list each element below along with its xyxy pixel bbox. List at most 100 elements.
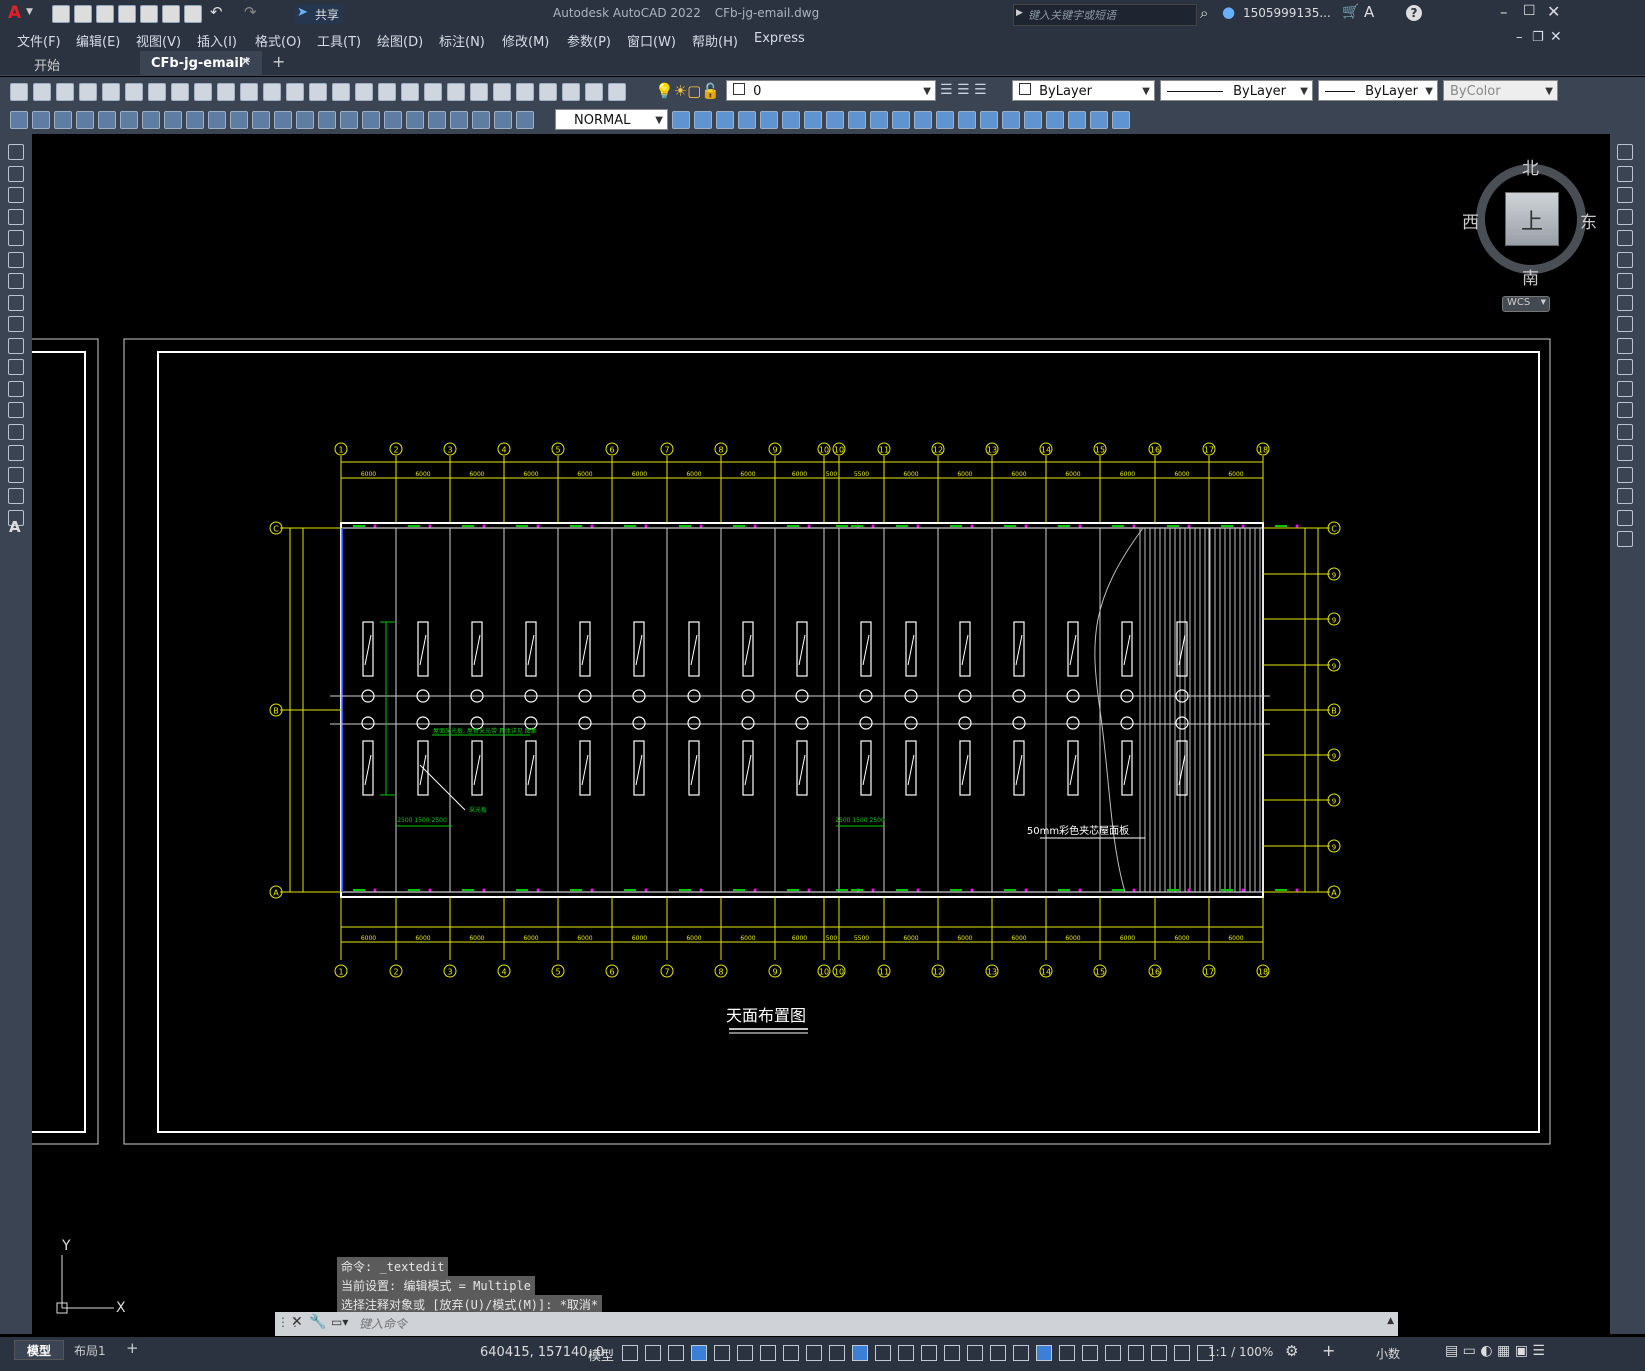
- search-box[interactable]: ▶ 键入关键字或短语: [1013, 4, 1197, 26]
- dimension-tool-3-icon[interactable]: [54, 111, 72, 129]
- annotation-scale[interactable]: 1:1 / 100%: [1208, 1345, 1273, 1359]
- draw-tool-13-icon[interactable]: [8, 402, 24, 418]
- coordinates-readout[interactable]: 640415, 157140, 0: [480, 1345, 604, 1360]
- dimension-tool-18-icon[interactable]: [384, 111, 402, 129]
- linetype-dropdown[interactable]: ByLayer ▼: [1160, 80, 1313, 101]
- compass-south[interactable]: 南: [1522, 264, 1539, 289]
- modify-tool-14-icon[interactable]: [958, 111, 976, 129]
- model-space-button[interactable]: 模型: [588, 1345, 614, 1364]
- wcs-menu[interactable]: WCS ▼: [1502, 296, 1550, 312]
- modify-tool-21-icon[interactable]: [1112, 111, 1130, 129]
- app-logo[interactable]: A: [8, 3, 21, 23]
- modify-tool-9-icon[interactable]: [1617, 316, 1633, 332]
- draw-tool-2-icon[interactable]: [8, 165, 24, 182]
- draw-tool-14-icon[interactable]: [8, 423, 24, 440]
- menu-parametric[interactable]: 参数(P): [567, 31, 611, 50]
- status-toggle-3-icon[interactable]: [668, 1345, 684, 1361]
- dimension-tool-10-icon[interactable]: [208, 111, 226, 129]
- toolbar-button-22-icon[interactable]: [493, 83, 511, 101]
- status-toggle-1-icon[interactable]: [622, 1345, 638, 1361]
- toolbar-button-15-icon[interactable]: [332, 83, 350, 101]
- dimension-tool-1-icon[interactable]: [10, 111, 28, 129]
- draw-tool-17-icon[interactable]: [8, 488, 24, 504]
- dimension-tool-14-icon[interactable]: [296, 111, 314, 129]
- modify-tool-4-icon[interactable]: [738, 111, 756, 129]
- modify-tool-3-icon[interactable]: [716, 111, 734, 129]
- dimension-tool-23-icon[interactable]: [494, 111, 512, 129]
- modify-tool-8-icon[interactable]: [826, 111, 844, 129]
- status-toggle-16-icon[interactable]: [967, 1345, 983, 1361]
- toolbar-button-21-icon[interactable]: [470, 83, 488, 101]
- menu-window[interactable]: 窗口(W): [627, 31, 676, 50]
- share-button[interactable]: ➤ 共享: [295, 4, 343, 24]
- status-toggle-21-icon[interactable]: [1082, 1345, 1098, 1361]
- modify-tool-11-icon[interactable]: [892, 111, 910, 129]
- toolbar-button-23-icon[interactable]: [516, 83, 534, 101]
- viewcube[interactable]: 上 北 南 西 东 WCS ▼: [1460, 146, 1620, 312]
- status-toggle-20-icon[interactable]: [1059, 1345, 1075, 1361]
- status-toggle-19-icon[interactable]: [1036, 1345, 1052, 1361]
- dimstyle-dropdown[interactable]: NORMAL ▼: [555, 109, 668, 130]
- dimension-tool-16-icon[interactable]: [340, 111, 358, 129]
- print-icon[interactable]: [184, 5, 202, 23]
- tab-active-drawing[interactable]: CFb-jg-email* ✕: [140, 51, 262, 76]
- units-readout[interactable]: 小数: [1376, 1345, 1400, 1362]
- menu-edit[interactable]: 编辑(E): [76, 31, 120, 50]
- workspace-gear-icon[interactable]: ⚙: [1285, 1342, 1298, 1360]
- dimension-tool-8-icon[interactable]: [164, 111, 182, 129]
- dimension-tool-7-icon[interactable]: [142, 111, 160, 129]
- layer-tools-icons[interactable]: ☰ ☰ ☰: [940, 82, 987, 98]
- tab-layout1[interactable]: 布局1: [74, 1342, 106, 1359]
- modify-tool-7-icon[interactable]: [804, 111, 822, 129]
- modify-tool-13-icon[interactable]: [1617, 402, 1633, 418]
- toolbar-button-2-icon[interactable]: [33, 83, 51, 101]
- dimension-tool-22-icon[interactable]: [472, 111, 490, 129]
- modify-tool-16-icon[interactable]: [1617, 466, 1633, 483]
- tab-model[interactable]: 模型: [14, 1340, 64, 1360]
- modify-tool-13-icon[interactable]: [936, 111, 954, 129]
- toolbar-button-9-icon[interactable]: [194, 83, 212, 101]
- modify-tool-12-icon[interactable]: [914, 111, 932, 129]
- tab-close-icon[interactable]: ✕: [240, 55, 251, 70]
- toolbar-button-11-icon[interactable]: [240, 83, 258, 101]
- toolbar-button-4-icon[interactable]: [79, 83, 97, 101]
- draw-tool-8-icon[interactable]: [8, 294, 24, 311]
- redo-icon[interactable]: ↷: [244, 3, 257, 21]
- dimension-tool-9-icon[interactable]: [186, 111, 204, 129]
- help-icon[interactable]: ?: [1406, 5, 1422, 21]
- add-layout-button[interactable]: +: [126, 1339, 139, 1357]
- modify-tool-16-icon[interactable]: [1002, 111, 1020, 129]
- modify-tool-10-icon[interactable]: [870, 111, 888, 129]
- doc-minimize-icon[interactable]: –: [1516, 30, 1523, 45]
- toolbar-button-27-icon[interactable]: [608, 83, 626, 101]
- status-toggle-23-icon[interactable]: [1128, 1345, 1144, 1361]
- modify-tool-10-icon[interactable]: [1617, 337, 1633, 354]
- doc-close-icon[interactable]: ✕: [1550, 29, 1562, 45]
- user-name[interactable]: 1505999135...: [1243, 6, 1331, 20]
- toolbar-button-17-icon[interactable]: [378, 83, 396, 101]
- command-prompt-icon[interactable]: ▭▾: [331, 1315, 348, 1329]
- doc-restore-icon[interactable]: ❐: [1532, 30, 1544, 45]
- status-toggle-22-icon[interactable]: [1105, 1345, 1121, 1361]
- maximize-icon[interactable]: ☐: [1523, 3, 1536, 19]
- dimension-tool-17-icon[interactable]: [362, 111, 380, 129]
- tab-start[interactable]: 开始: [20, 52, 138, 74]
- draw-tool-7-icon[interactable]: [8, 273, 24, 289]
- status-toggle-6-icon[interactable]: [737, 1345, 753, 1361]
- dimension-tool-19-icon[interactable]: [406, 111, 424, 129]
- compass-west[interactable]: 西: [1462, 208, 1479, 233]
- status-toggle-9-icon[interactable]: [806, 1345, 822, 1361]
- draw-tool-4-icon[interactable]: [8, 208, 24, 225]
- status-toggle-7-icon[interactable]: [760, 1345, 776, 1361]
- toolbar-button-14-icon[interactable]: [309, 83, 327, 101]
- modify-tool-18-icon[interactable]: [1617, 509, 1633, 526]
- toolbar-button-10-icon[interactable]: [217, 83, 235, 101]
- dimension-tool-4-icon[interactable]: [76, 111, 94, 129]
- viewcube-face[interactable]: 上: [1505, 192, 1559, 246]
- draw-tool-6-icon[interactable]: [8, 251, 24, 268]
- layer-state-icons[interactable]: 💡☀▢🔓: [655, 82, 720, 100]
- layer-dropdown[interactable]: 0 ▼: [726, 80, 936, 101]
- modify-tool-18-icon[interactable]: [1046, 111, 1064, 129]
- dimension-tool-11-icon[interactable]: [230, 111, 248, 129]
- toolbar-button-13-icon[interactable]: [286, 83, 304, 101]
